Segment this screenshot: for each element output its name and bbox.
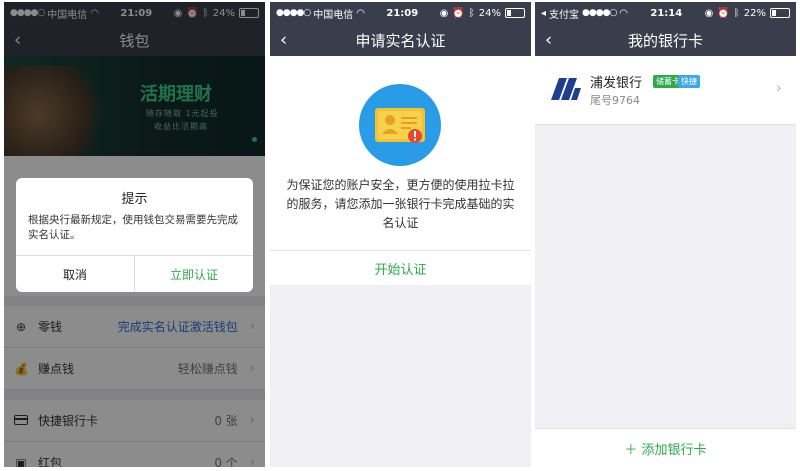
spd-bank-logo-icon	[551, 78, 581, 100]
battery-icon	[504, 8, 525, 18]
alarm-icon: ⏰	[717, 7, 730, 19]
back-to-app-icon[interactable]: ◂	[541, 8, 546, 19]
status-bar: ●●●●○ 中国电信 ◠ 21:09 ◉ ⏰ ᛒ 24%	[270, 2, 531, 24]
nav-bar: ‹ 我的银行卡	[535, 24, 796, 56]
wifi-icon: ◠	[356, 7, 365, 19]
quick-pay-badge: 快捷	[678, 75, 700, 88]
alert-dialog: 提示 根据央行最新规定，使用钱包交易需要先完成实名认证。 取消 立即认证	[16, 178, 253, 292]
alarm-icon: ⏰	[452, 7, 465, 19]
id-card-alert-icon	[359, 84, 441, 166]
status-time: 21:14	[650, 7, 683, 19]
wifi-icon: ◠	[619, 7, 629, 19]
signal-icon: ●●●●○	[276, 8, 311, 18]
screen-my-bank-cards: ◂ 支付宝 ●●●●○ ◠ 21:14 ◉ ⏰ ᛒ 22% ‹ 我的银行卡 浦发…	[535, 2, 796, 467]
battery-percent: 24%	[478, 7, 501, 19]
chevron-right-icon: ›	[775, 78, 782, 97]
back-arrow-icon[interactable]: ‹	[545, 30, 552, 51]
page-title: 我的银行卡	[627, 31, 703, 50]
add-bank-card-button[interactable]: ＋ 添加银行卡	[535, 428, 796, 467]
battery-icon	[769, 8, 790, 18]
signal-icon: ●●●●○	[582, 8, 617, 18]
dialog-title: 提示	[121, 192, 148, 207]
bank-name: 浦发银行	[590, 76, 643, 91]
auth-description: 为保证您的账户安全，更方便的使用拉卡拉的服务，请您添加一张银行卡完成基础的实名认…	[286, 178, 515, 230]
screen-wallet: ●●●●○ 中国电信 ◠ 21:09 ◉ ⏰ ᛒ 24% ‹ 钱包 活期理财 随…	[4, 2, 265, 467]
page-title: 申请实名认证	[355, 31, 446, 50]
lock-rotation-icon: ◉	[704, 7, 714, 19]
start-verification-button[interactable]: 开始认证	[270, 250, 531, 285]
bluetooth-icon: ᛒ	[468, 7, 475, 19]
status-bar: ◂ 支付宝 ●●●●○ ◠ 21:14 ◉ ⏰ ᛒ 22%	[535, 2, 796, 24]
battery-percent: 22%	[743, 7, 766, 19]
status-time: 21:09	[386, 7, 419, 19]
dialog-buttons: 取消 立即认证	[16, 255, 253, 292]
back-arrow-icon[interactable]: ‹	[280, 30, 287, 51]
dialog-message: 根据央行最新规定，使用钱包交易需要先完成实名认证。	[28, 214, 238, 241]
carrier-label: 中国电信	[313, 9, 354, 21]
cancel-button[interactable]: 取消	[16, 256, 135, 292]
verify-now-button[interactable]: 立即认证	[135, 256, 253, 292]
nav-bar: ‹ 申请实名认证	[270, 24, 531, 56]
auth-panel: 为保证您的账户安全，更方便的使用拉卡拉的服务，请您添加一张银行卡完成基础的实名认…	[270, 56, 531, 250]
bank-card-item[interactable]: 浦发银行 储蓄卡 快捷 尾号9764 ›	[535, 56, 796, 125]
bluetooth-icon: ᛒ	[733, 7, 740, 19]
lock-rotation-icon: ◉	[439, 7, 449, 19]
screen-real-name-auth: ●●●●○ 中国电信 ◠ 21:09 ◉ ⏰ ᛒ 24% ‹ 申请实名认证 为保…	[270, 2, 531, 467]
source-app-label[interactable]: 支付宝	[549, 6, 579, 21]
card-tail-number: 尾号9764	[590, 94, 640, 107]
